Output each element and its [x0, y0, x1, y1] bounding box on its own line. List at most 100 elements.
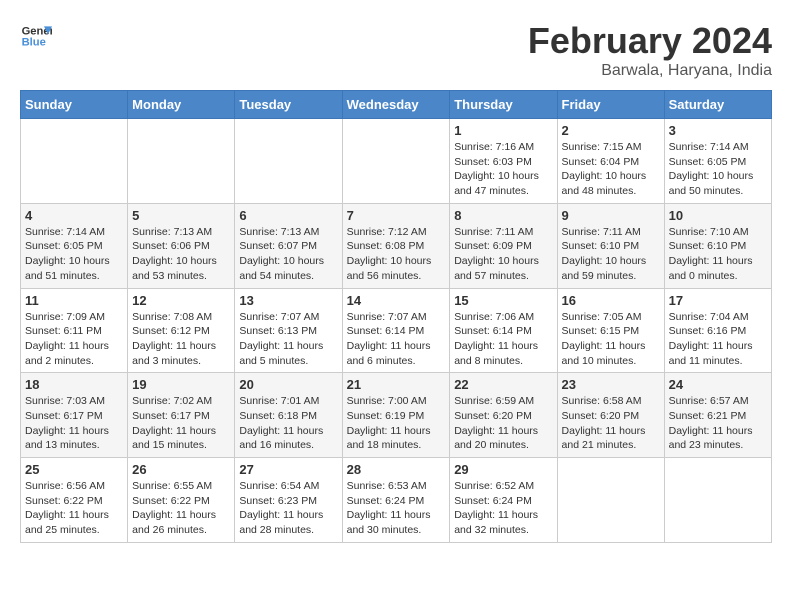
day-info: Sunrise: 7:12 AMSunset: 6:08 PMDaylight:…	[347, 225, 446, 284]
day-info: Sunrise: 6:52 AMSunset: 6:24 PMDaylight:…	[454, 479, 552, 538]
calendar-cell: 20 Sunrise: 7:01 AMSunset: 6:18 PMDayligh…	[235, 373, 342, 458]
calendar-title: February 2024	[528, 20, 772, 62]
calendar-cell: 12 Sunrise: 7:08 AMSunset: 6:12 PMDayligh…	[128, 288, 235, 373]
day-info: Sunrise: 7:11 AMSunset: 6:10 PMDaylight:…	[562, 225, 660, 284]
calendar-cell: 3 Sunrise: 7:14 AMSunset: 6:05 PMDaylight…	[664, 119, 771, 204]
calendar-cell: 16 Sunrise: 7:05 AMSunset: 6:15 PMDayligh…	[557, 288, 664, 373]
calendar-day-header: Friday	[557, 91, 664, 119]
calendar-cell: 25Sunrise: 6:56 AMSunset: 6:22 PMDayligh…	[21, 458, 128, 543]
calendar-day-header: Monday	[128, 91, 235, 119]
title-block: February 2024 Barwala, Haryana, India	[528, 20, 772, 80]
day-info: Sunrise: 7:03 AMSunset: 6:17 PMDaylight:…	[25, 394, 123, 453]
calendar-cell: 6 Sunrise: 7:13 AMSunset: 6:07 PMDaylight…	[235, 203, 342, 288]
calendar-week-row: 18 Sunrise: 7:03 AMSunset: 6:17 PMDayligh…	[21, 373, 772, 458]
day-number: 26	[132, 462, 230, 477]
calendar-header-row: SundayMondayTuesdayWednesdayThursdayFrid…	[21, 91, 772, 119]
day-info: Sunrise: 7:08 AMSunset: 6:12 PMDaylight:…	[132, 310, 230, 369]
calendar-cell: 26 Sunrise: 6:55 AMSunset: 6:22 PMDayligh…	[128, 458, 235, 543]
day-number: 16	[562, 293, 660, 308]
day-info: Sunrise: 7:14 AMSunset: 6:05 PMDaylight:…	[669, 140, 767, 199]
calendar-week-row: 1 Sunrise: 7:16 AMSunset: 6:03 PMDaylight…	[21, 119, 772, 204]
day-number: 28	[347, 462, 446, 477]
calendar-day-header: Tuesday	[235, 91, 342, 119]
calendar-cell: 1 Sunrise: 7:16 AMSunset: 6:03 PMDaylight…	[450, 119, 557, 204]
day-number: 13	[239, 293, 337, 308]
day-number: 10	[669, 208, 767, 223]
day-number: 14	[347, 293, 446, 308]
day-info: Sunrise: 7:15 AMSunset: 6:04 PMDaylight:…	[562, 140, 660, 199]
day-number: 23	[562, 377, 660, 392]
calendar-cell: 23 Sunrise: 6:58 AMSunset: 6:20 PMDayligh…	[557, 373, 664, 458]
logo-icon: General Blue	[20, 20, 52, 52]
page-header: General Blue February 2024 Barwala, Hary…	[20, 20, 772, 80]
day-number: 24	[669, 377, 767, 392]
calendar-week-row: 11 Sunrise: 7:09 AMSunset: 6:11 PMDayligh…	[21, 288, 772, 373]
day-number: 7	[347, 208, 446, 223]
calendar-day-header: Saturday	[664, 91, 771, 119]
day-info: Sunrise: 7:13 AMSunset: 6:06 PMDaylight:…	[132, 225, 230, 284]
calendar-week-row: 4 Sunrise: 7:14 AMSunset: 6:05 PMDaylight…	[21, 203, 772, 288]
day-number: 3	[669, 123, 767, 138]
calendar-cell	[557, 458, 664, 543]
calendar-subtitle: Barwala, Haryana, India	[528, 62, 772, 80]
calendar-cell: 18 Sunrise: 7:03 AMSunset: 6:17 PMDayligh…	[21, 373, 128, 458]
calendar-cell: 24 Sunrise: 6:57 AMSunset: 6:21 PMDayligh…	[664, 373, 771, 458]
calendar-cell: 4 Sunrise: 7:14 AMSunset: 6:05 PMDaylight…	[21, 203, 128, 288]
day-info: Sunrise: 7:14 AMSunset: 6:05 PMDaylight:…	[25, 225, 123, 284]
day-info: Sunrise: 7:07 AMSunset: 6:13 PMDaylight:…	[239, 310, 337, 369]
calendar-cell: 9Sunrise: 7:11 AMSunset: 6:10 PMDaylight…	[557, 203, 664, 288]
day-number: 5	[132, 208, 230, 223]
calendar-cell	[21, 119, 128, 204]
day-number: 12	[132, 293, 230, 308]
calendar-table: SundayMondayTuesdayWednesdayThursdayFrid…	[20, 90, 772, 543]
calendar-cell: 22Sunrise: 6:59 AMSunset: 6:20 PMDayligh…	[450, 373, 557, 458]
calendar-cell: 2 Sunrise: 7:15 AMSunset: 6:04 PMDaylight…	[557, 119, 664, 204]
day-info: Sunrise: 6:57 AMSunset: 6:21 PMDaylight:…	[669, 394, 767, 453]
day-info: Sunrise: 7:07 AMSunset: 6:14 PMDaylight:…	[347, 310, 446, 369]
day-number: 8	[454, 208, 552, 223]
day-number: 27	[239, 462, 337, 477]
calendar-day-header: Wednesday	[342, 91, 450, 119]
day-info: Sunrise: 7:06 AMSunset: 6:14 PMDaylight:…	[454, 310, 552, 369]
day-info: Sunrise: 7:05 AMSunset: 6:15 PMDaylight:…	[562, 310, 660, 369]
calendar-cell	[128, 119, 235, 204]
day-info: Sunrise: 6:55 AMSunset: 6:22 PMDaylight:…	[132, 479, 230, 538]
day-info: Sunrise: 7:13 AMSunset: 6:07 PMDaylight:…	[239, 225, 337, 284]
day-info: Sunrise: 7:16 AMSunset: 6:03 PMDaylight:…	[454, 140, 552, 199]
day-number: 1	[454, 123, 552, 138]
calendar-cell	[235, 119, 342, 204]
day-number: 25	[25, 462, 123, 477]
day-info: Sunrise: 6:54 AMSunset: 6:23 PMDaylight:…	[239, 479, 337, 538]
day-number: 20	[239, 377, 337, 392]
day-number: 17	[669, 293, 767, 308]
day-info: Sunrise: 7:00 AMSunset: 6:19 PMDaylight:…	[347, 394, 446, 453]
day-info: Sunrise: 6:58 AMSunset: 6:20 PMDaylight:…	[562, 394, 660, 453]
calendar-cell: 7 Sunrise: 7:12 AMSunset: 6:08 PMDaylight…	[342, 203, 450, 288]
day-number: 4	[25, 208, 123, 223]
day-info: Sunrise: 7:11 AMSunset: 6:09 PMDaylight:…	[454, 225, 552, 284]
day-number: 19	[132, 377, 230, 392]
day-info: Sunrise: 7:02 AMSunset: 6:17 PMDaylight:…	[132, 394, 230, 453]
calendar-cell: 8 Sunrise: 7:11 AMSunset: 6:09 PMDaylight…	[450, 203, 557, 288]
calendar-cell: 14 Sunrise: 7:07 AMSunset: 6:14 PMDayligh…	[342, 288, 450, 373]
calendar-cell: 27 Sunrise: 6:54 AMSunset: 6:23 PMDayligh…	[235, 458, 342, 543]
calendar-cell: 21 Sunrise: 7:00 AMSunset: 6:19 PMDayligh…	[342, 373, 450, 458]
day-info: Sunrise: 7:09 AMSunset: 6:11 PMDaylight:…	[25, 310, 123, 369]
day-number: 21	[347, 377, 446, 392]
calendar-cell: 28Sunrise: 6:53 AMSunset: 6:24 PMDayligh…	[342, 458, 450, 543]
logo: General Blue	[20, 20, 52, 52]
day-number: 18	[25, 377, 123, 392]
day-info: Sunrise: 7:10 AMSunset: 6:10 PMDaylight:…	[669, 225, 767, 284]
calendar-body: 1 Sunrise: 7:16 AMSunset: 6:03 PMDaylight…	[21, 119, 772, 543]
day-info: Sunrise: 7:01 AMSunset: 6:18 PMDaylight:…	[239, 394, 337, 453]
day-info: Sunrise: 6:59 AMSunset: 6:20 PMDaylight:…	[454, 394, 552, 453]
day-number: 11	[25, 293, 123, 308]
day-number: 2	[562, 123, 660, 138]
calendar-week-row: 25Sunrise: 6:56 AMSunset: 6:22 PMDayligh…	[21, 458, 772, 543]
calendar-cell: 5 Sunrise: 7:13 AMSunset: 6:06 PMDaylight…	[128, 203, 235, 288]
calendar-cell: 10 Sunrise: 7:10 AMSunset: 6:10 PMDayligh…	[664, 203, 771, 288]
day-number: 6	[239, 208, 337, 223]
day-number: 15	[454, 293, 552, 308]
calendar-cell: 11 Sunrise: 7:09 AMSunset: 6:11 PMDayligh…	[21, 288, 128, 373]
calendar-cell: 19 Sunrise: 7:02 AMSunset: 6:17 PMDayligh…	[128, 373, 235, 458]
